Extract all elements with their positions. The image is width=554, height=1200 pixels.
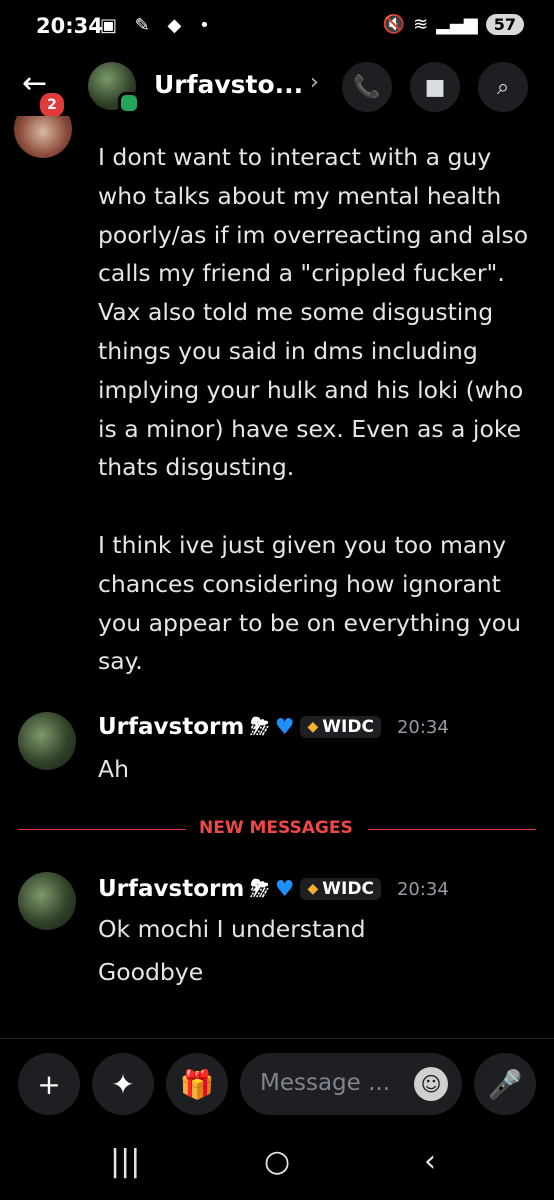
- status-time: 20:34: [36, 14, 103, 38]
- message-text: Ah: [98, 755, 129, 783]
- apps-icon: ✦: [111, 1067, 135, 1101]
- signal-icon: ▂▄▆: [436, 14, 478, 35]
- status-bar: 20:34 ▣ ✎ ◆ • 🔇 ≋ ▂▄▆ 57: [0, 0, 554, 58]
- divider-label: NEW MESSAGES: [199, 818, 353, 838]
- plus-icon: +: [37, 1067, 61, 1101]
- weather-icon: ⛈: [250, 876, 269, 902]
- mute-icon: 🔇: [382, 14, 406, 35]
- heart-icon: ♥: [274, 714, 295, 740]
- avatar[interactable]: [18, 712, 76, 770]
- wifi-icon: ≋: [413, 14, 429, 35]
- mic-icon: 🎤: [487, 1067, 523, 1101]
- timestamp: 20:34: [396, 878, 449, 900]
- call-button[interactable]: 📞: [342, 62, 392, 112]
- online-status-icon: [118, 92, 140, 114]
- apps-button[interactable]: ✦: [92, 1053, 154, 1115]
- new-messages-divider: NEW MESSAGES: [18, 818, 536, 838]
- message-text: Ok mochi I understand: [98, 915, 366, 943]
- avatar[interactable]: [14, 116, 72, 158]
- video-icon: ■: [424, 74, 446, 100]
- message-input[interactable]: Message ... ☺: [240, 1053, 462, 1115]
- heart-icon: ♥: [274, 876, 295, 902]
- search-icon: ⌕: [496, 74, 510, 100]
- search-button[interactable]: ⌕: [478, 62, 528, 112]
- system-icons: 🔇 ≋ ▂▄▆ 57: [383, 14, 524, 35]
- tag-icon: ◆: [307, 719, 319, 735]
- guild-tag[interactable]: ◆ WIDC: [300, 878, 381, 900]
- tag-icon: ◆: [307, 881, 319, 897]
- weather-icon: ⛈: [250, 714, 269, 740]
- unread-badge: 2: [38, 91, 66, 119]
- chevron-right-icon[interactable]: ›: [310, 70, 319, 95]
- recents-icon[interactable]: |||: [110, 1144, 140, 1179]
- message-header: Urfavstorm ⛈ ♥ ◆ WIDC 20:34: [98, 876, 449, 902]
- channel-title[interactable]: Urfavsto...: [154, 70, 303, 99]
- timestamp: 20:34: [396, 716, 449, 738]
- message-text: Goodbye: [98, 958, 204, 986]
- back-icon[interactable]: ‹: [424, 1144, 436, 1179]
- emoji-icon[interactable]: ☺: [414, 1067, 448, 1101]
- message-list[interactable]: I dont want to interact with a guy who t…: [0, 116, 554, 1036]
- notification-icons: ▣ ✎ ◆ •: [100, 15, 216, 36]
- message-placeholder: Message ...: [260, 1070, 391, 1096]
- guild-tag[interactable]: ◆ WIDC: [300, 716, 381, 738]
- add-button[interactable]: +: [18, 1053, 80, 1115]
- author-name[interactable]: Urfavstorm: [98, 876, 244, 902]
- system-nav-bar: ||| ○ ‹: [0, 1128, 554, 1200]
- video-button[interactable]: ■: [410, 62, 460, 112]
- avatar[interactable]: [18, 872, 76, 930]
- gift-button[interactable]: 🎁: [166, 1053, 228, 1115]
- author-name[interactable]: Urfavstorm: [98, 714, 244, 740]
- chat-header: ← 2 Urfavsto... › 📞 ■ ⌕: [0, 56, 554, 119]
- home-icon[interactable]: ○: [264, 1144, 290, 1179]
- gift-icon: 🎁: [179, 1067, 215, 1101]
- mic-button[interactable]: 🎤: [474, 1053, 536, 1115]
- call-icon: 📞: [353, 74, 381, 100]
- battery-icon: 57: [485, 14, 524, 35]
- message-text: I dont want to interact with a guy who t…: [98, 143, 529, 676]
- composer: + ✦ 🎁 Message ... ☺ 🎤: [0, 1038, 554, 1129]
- message-header: Urfavstorm ⛈ ♥ ◆ WIDC 20:34: [98, 714, 449, 740]
